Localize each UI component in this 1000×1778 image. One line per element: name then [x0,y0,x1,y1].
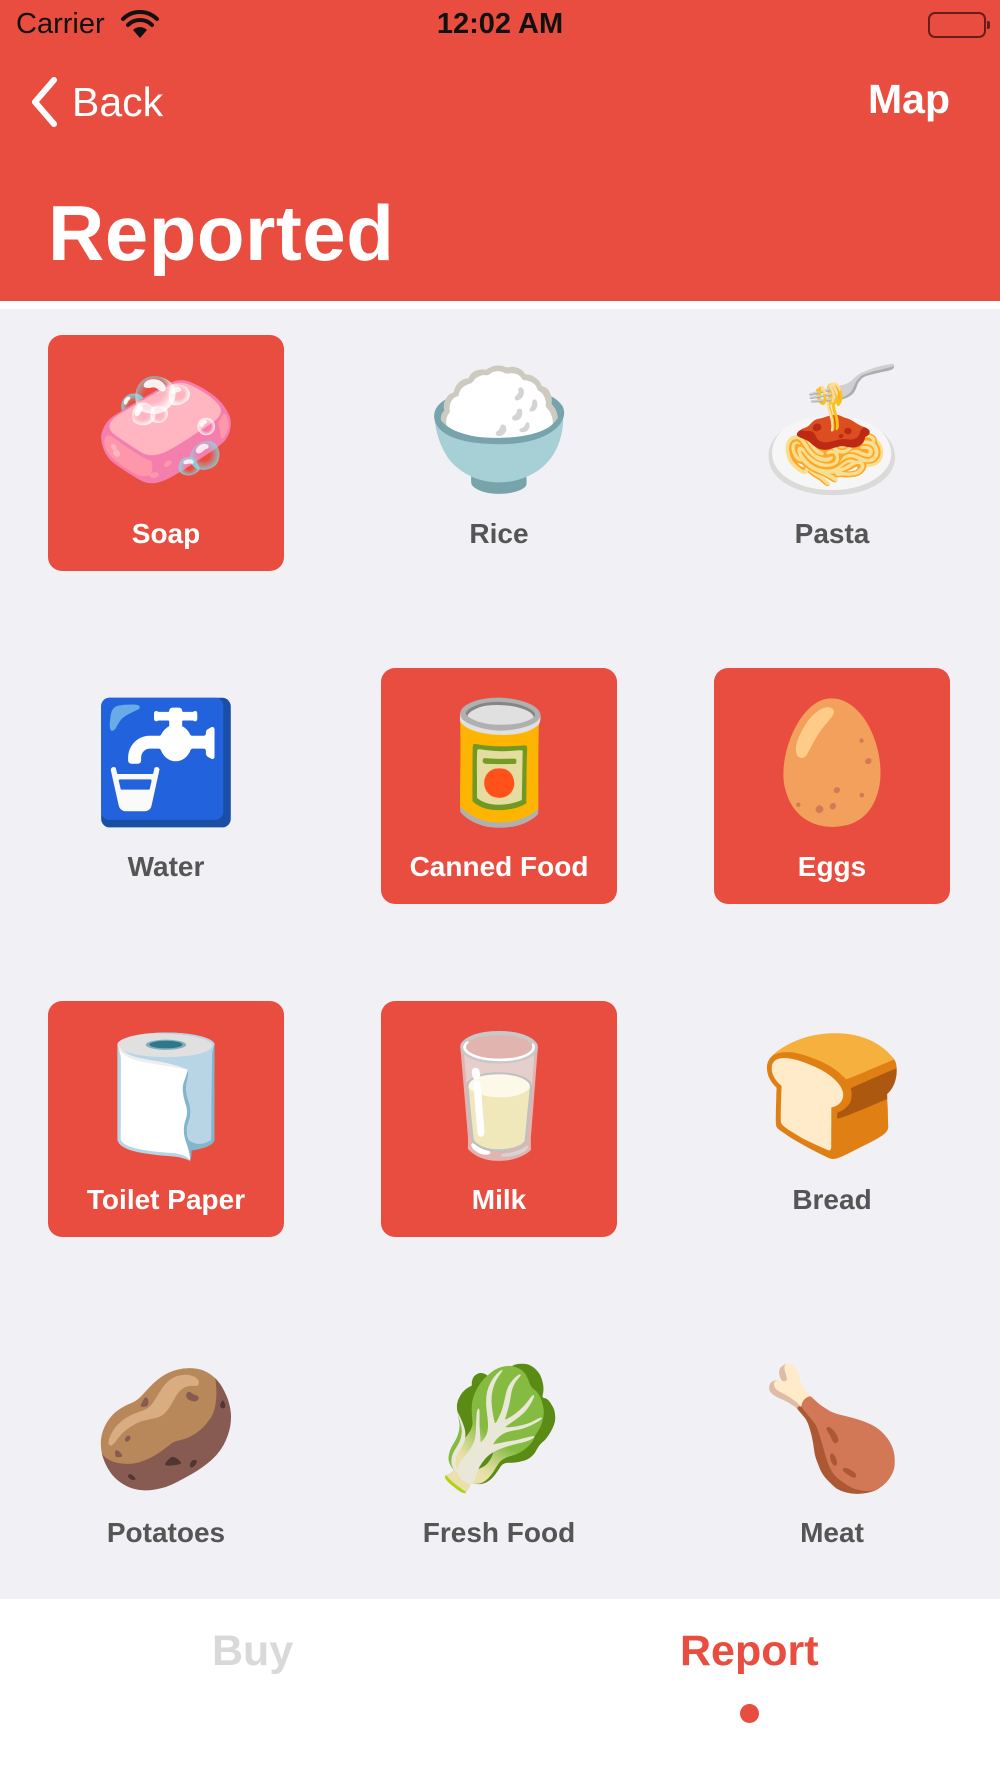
item-label: Pasta [794,518,870,549]
item-tile-water[interactable]: 🚰 Water [48,668,284,904]
item-tile-fresh-food[interactable]: 🥬 Fresh Food [381,1334,617,1570]
water-tap-icon: 🚰 [92,696,240,829]
item-tile-potatoes[interactable]: 🥔 Potatoes [48,1334,284,1570]
soap-icon: 🧼 [92,363,240,496]
item-tile-bread[interactable]: 🍞 Bread [714,1001,950,1237]
lettuce-icon: 🥬 [425,1362,573,1495]
item-tile-pasta[interactable]: 🍝 Pasta [714,335,950,571]
bread-icon: 🍞 [758,1029,906,1162]
canned-food-icon: 🥫 [425,696,573,829]
item-tile-rice[interactable]: 🍚 Rice [381,335,617,571]
chevron-left-icon [32,77,57,127]
item-label: Fresh Food [422,1517,576,1548]
item-label: Bread [792,1184,872,1215]
tab-report[interactable]: Report [680,1627,819,1676]
potato-icon: 🥔 [92,1362,240,1495]
item-label: Soap [131,518,201,549]
header: Carrier 12:02 AM Back Map Reported [0,0,1000,301]
item-tile-canned-food[interactable]: 🥫 Canned Food [381,668,617,904]
item-tile-soap[interactable]: 🧼 Soap [48,335,284,571]
item-label: Potatoes [106,1517,226,1548]
item-tile-toilet-paper[interactable]: 🧻 Toilet Paper [48,1001,284,1237]
item-label: Meat [800,1517,864,1548]
tab-buy[interactable]: Buy [212,1627,293,1676]
tab-bar: Buy Report [0,1599,1000,1778]
map-button[interactable]: Map [868,76,950,123]
clock: 12:02 AM [436,8,564,40]
page-title: Reported [48,189,395,277]
back-button[interactable]: Back [28,72,163,132]
item-grid: 🧼 Soap 🍚 Rice 🍝 Pasta 🚰 Water 🥫 Canned Food 🥚 Eggs 🧻… [0,309,1000,1599]
active-tab-indicator [740,1704,759,1723]
item-label: Rice [469,518,529,549]
item-label: Water [127,851,205,882]
item-tile-meat[interactable]: 🍗 Meat [714,1334,950,1570]
back-label: Back [72,78,164,125]
item-label: Canned Food [409,851,589,882]
item-label: Eggs [797,851,867,882]
battery-icon [928,12,990,38]
egg-icon: 🥚 [758,696,906,829]
status-bar: Carrier 12:02 AM [0,0,1000,50]
drumstick-icon: 🍗 [758,1362,906,1495]
item-label: Milk [471,1184,527,1215]
item-tile-eggs[interactable]: 🥚 Eggs [714,668,950,904]
header-divider [0,301,1000,309]
toilet-paper-icon: 🧻 [92,1029,240,1162]
pasta-icon: 🍝 [758,363,906,496]
milk-icon: 🥛 [425,1029,573,1162]
item-label: Toilet Paper [86,1184,246,1215]
item-tile-milk[interactable]: 🥛 Milk [381,1001,617,1237]
rice-icon: 🍚 [425,363,573,496]
